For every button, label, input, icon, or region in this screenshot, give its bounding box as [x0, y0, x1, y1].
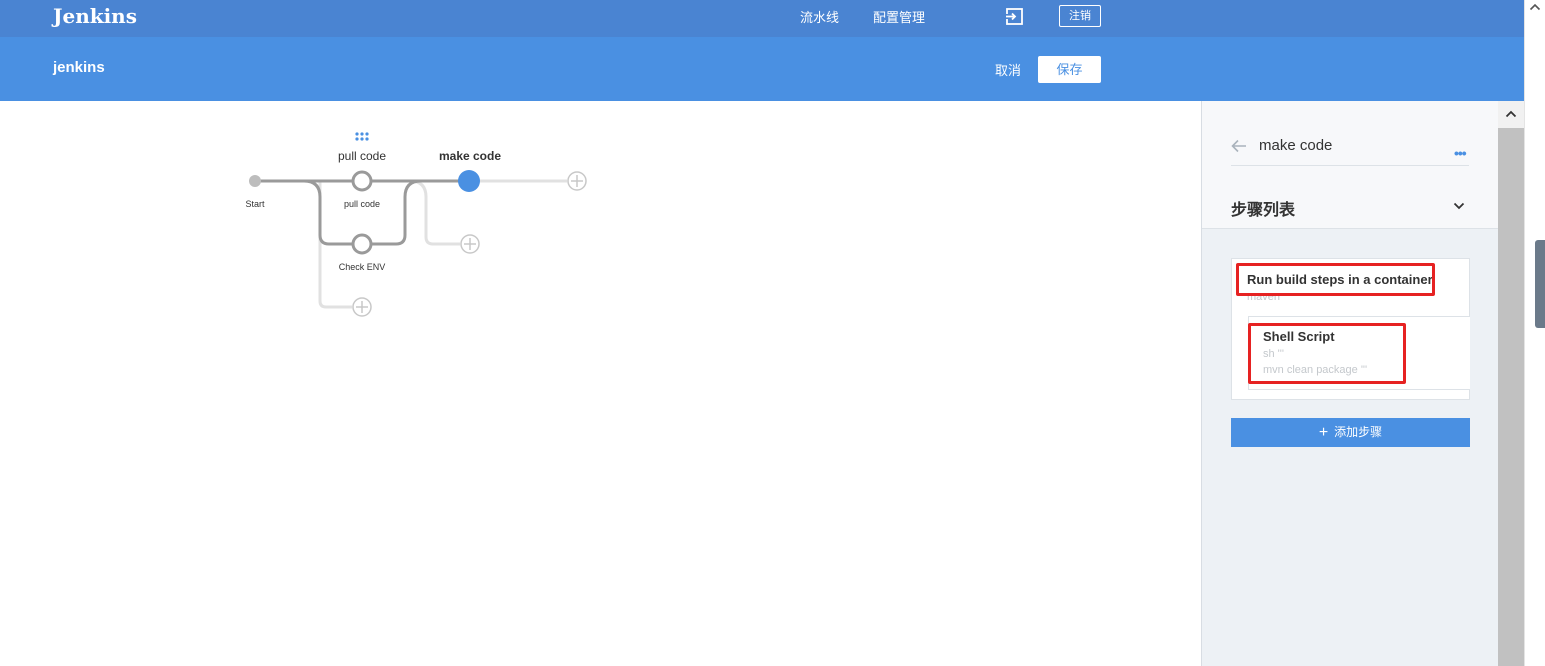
add-branch-icon[interactable]	[460, 234, 480, 254]
editor-header: jenkins 取消 保存	[0, 37, 1524, 101]
pipeline-connector	[372, 179, 422, 246]
scrollbar-thumb[interactable]	[1535, 240, 1545, 328]
plus-icon: +	[1318, 424, 1329, 441]
add-stage-icon[interactable]	[567, 171, 587, 191]
start-node	[249, 175, 261, 187]
add-branch-icon[interactable]	[352, 297, 372, 317]
make-code-node[interactable]	[458, 170, 480, 192]
pipeline-canvas: pull code make code Start pull code Chec…	[0, 101, 1201, 666]
drag-handle-icon[interactable]	[355, 132, 369, 141]
exit-icon[interactable]	[1004, 6, 1026, 28]
start-label: Start	[245, 199, 265, 209]
browser-scrollbar[interactable]	[1524, 0, 1545, 666]
highlight-box	[1236, 263, 1435, 296]
nav-pipeline-link[interactable]: 流水线	[800, 7, 839, 26]
pipeline-graph	[249, 132, 587, 317]
add-branch-connector	[409, 179, 460, 246]
stage-config-panel: make code ••• 步骤列表 Run build steps in a …	[1201, 101, 1499, 666]
add-step-button[interactable]: + 添加步骤	[1231, 418, 1470, 447]
back-arrow-icon[interactable]	[1230, 137, 1248, 155]
add-step-label: 添加步骤	[1334, 425, 1383, 439]
top-navbar: Jenkins 流水线 配置管理 注销	[0, 0, 1524, 37]
highlight-box	[1248, 323, 1406, 384]
panel-stage-name[interactable]: make code	[1259, 137, 1332, 154]
more-options-icon[interactable]: •••	[1454, 145, 1467, 161]
project-title: jenkins	[53, 59, 105, 76]
chevron-down-icon[interactable]	[1452, 199, 1466, 213]
stage-label-make-code[interactable]: make code	[424, 149, 516, 163]
pull-code-node[interactable]	[351, 170, 373, 192]
cancel-button[interactable]: 取消	[995, 60, 1021, 79]
logout-button[interactable]: 注销	[1059, 5, 1101, 27]
scrollbar-thumb[interactable]	[1498, 128, 1524, 666]
check-env-node[interactable]	[351, 233, 373, 255]
divider	[1231, 165, 1469, 166]
steps-list-title: 步骤列表	[1231, 202, 1296, 219]
save-button[interactable]: 保存	[1038, 56, 1101, 83]
brand-logo[interactable]: Jenkins	[53, 4, 137, 28]
panel-header: make code ••• 步骤列表	[1202, 101, 1499, 229]
steps-list: Run build steps in a container maven She…	[1231, 258, 1470, 400]
stage-label-pull-code[interactable]: pull code	[322, 149, 402, 163]
chevron-up-icon[interactable]	[1504, 107, 1518, 121]
chevron-up-icon[interactable]	[1528, 0, 1542, 14]
pipeline-connector	[303, 179, 352, 246]
nav-config-link[interactable]: 配置管理	[873, 7, 925, 26]
panel-scrollbar[interactable]	[1498, 101, 1524, 666]
branch-label-pull-code: pull code	[343, 199, 381, 209]
branch-label-check-env: Check ENV	[338, 262, 386, 272]
